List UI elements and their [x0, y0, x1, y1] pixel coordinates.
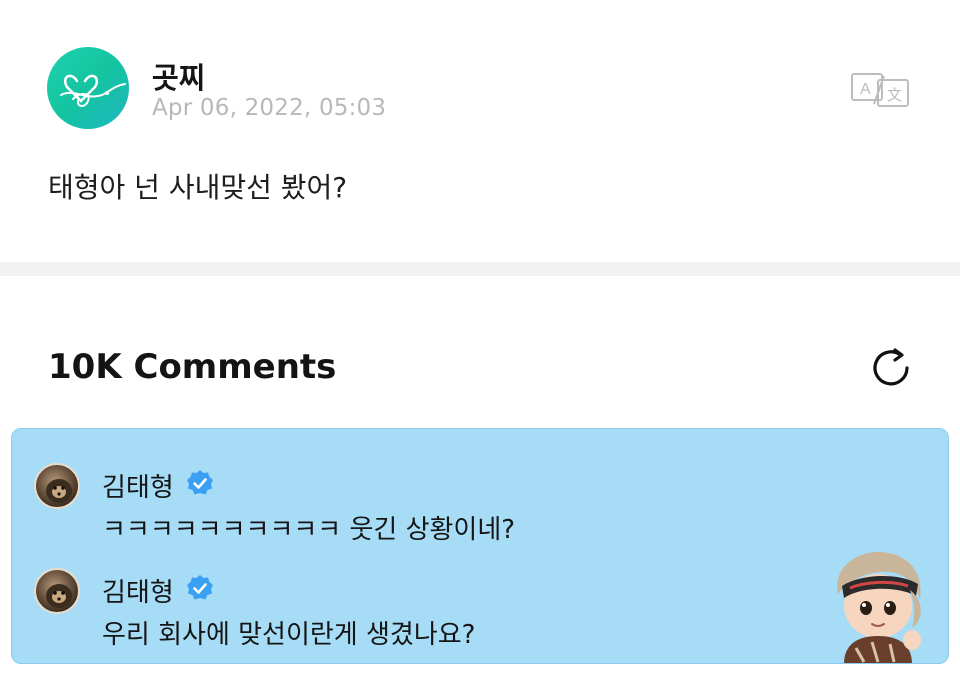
commenter-avatar[interactable]	[34, 463, 80, 509]
comment-text: 우리 회사에 맞선이란게 생겼나요?	[102, 620, 476, 650]
refresh-button[interactable]	[867, 344, 915, 392]
comment-text: ㅋㅋㅋㅋㅋㅋㅋㅋㅋㅋ 웃긴 상황이네?	[102, 515, 516, 545]
verified-badge-icon	[187, 470, 213, 495]
comment-item[interactable]: 김태형 우리 회사에 맞선이란게 생겼나요?	[12, 544, 948, 650]
author-name[interactable]: 곳찌	[152, 55, 205, 97]
refresh-icon	[873, 348, 909, 386]
section-divider	[0, 262, 960, 276]
post-card: 곳찌 Apr 06, 2022, 05:03 A 文 태형아 넌 사내맞선 봤어…	[0, 0, 960, 262]
svg-text:文: 文	[887, 86, 902, 104]
character-sticker-icon	[837, 551, 921, 663]
post-body: 태형아 넌 사내맞선 봤어?	[48, 171, 348, 204]
author-avatar[interactable]	[47, 47, 129, 129]
commenter-avatar[interactable]	[34, 568, 80, 614]
post-timestamp: Apr 06, 2022, 05:03	[152, 95, 387, 121]
comment-item[interactable]: 김태형 ㅋㅋㅋㅋㅋㅋㅋㅋㅋㅋ 웃긴 상황이네?	[12, 439, 948, 545]
translate-icon: A 文	[851, 73, 909, 107]
commenter-name[interactable]: 김태형	[102, 467, 174, 504]
dog-avatar-icon	[46, 479, 72, 503]
heart-logo-icon	[60, 74, 126, 107]
commenter-name[interactable]: 김태형	[102, 572, 174, 609]
translate-button[interactable]: A 文	[850, 70, 910, 110]
verified-badge-icon	[187, 575, 213, 600]
svg-text:A: A	[860, 81, 871, 98]
highlighted-comments-box: 김태형 ㅋㅋㅋㅋㅋㅋㅋㅋㅋㅋ 웃긴 상황이네? 김태형 우리 회사에 맞선이란게…	[11, 428, 949, 664]
comments-count-title: 10K Comments	[48, 347, 337, 387]
dog-avatar-icon	[46, 584, 72, 608]
